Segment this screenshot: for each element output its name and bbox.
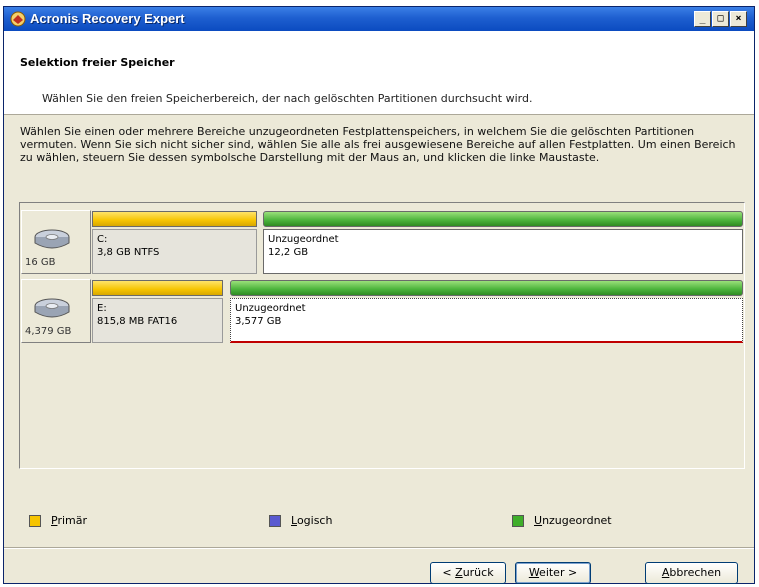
separator xyxy=(4,547,754,549)
partition-label: Unzugeordnet xyxy=(235,303,306,314)
disk-row: 4,379 GB E: 815,8 MB FAT16 Unzugeordnet … xyxy=(21,279,743,343)
legend-label: Logisch xyxy=(291,514,333,527)
partition-label: C: xyxy=(97,234,108,245)
back-button[interactable]: < Zurück xyxy=(430,562,506,584)
primary-color-swatch xyxy=(29,515,41,527)
legend-label: Primär xyxy=(51,514,88,527)
hard-disk-icon xyxy=(34,298,70,318)
partition-details: E: 815,8 MB FAT16 xyxy=(92,298,223,343)
cancel-button[interactable]: Abbrechen xyxy=(645,562,738,584)
partition-label: E: xyxy=(97,303,107,314)
acronis-app-icon xyxy=(10,11,26,27)
partition-primary[interactable]: E: 815,8 MB FAT16 xyxy=(92,279,223,343)
window-title: Acronis Recovery Expert xyxy=(30,11,185,26)
partition-info: 12,2 GB xyxy=(268,247,309,258)
close-button[interactable]: × xyxy=(730,11,747,27)
partition-unallocated-selected[interactable]: Unzugeordnet 3,577 GB xyxy=(230,279,743,343)
minimize-button[interactable]: _ xyxy=(694,11,711,27)
wizard-header: Selektion freier Speicher Wählen Sie den… xyxy=(4,31,754,115)
next-button[interactable]: Weiter > xyxy=(515,562,591,584)
legend-label: Unzugeordnet xyxy=(534,514,612,527)
disk-size: 4,379 GB xyxy=(25,326,72,337)
partition-details: C: 3,8 GB NTFS xyxy=(92,229,257,274)
partition-primary[interactable]: C: 3,8 GB NTFS xyxy=(92,210,257,274)
page-subtitle: Wählen Sie den freien Speicherbereich, d… xyxy=(42,92,533,105)
page-title: Selektion freier Speicher xyxy=(20,56,175,69)
disk-map-panel: 16 GB C: 3,8 GB NTFS Unzugeordnet 12,2 G… xyxy=(19,202,745,469)
partition-details: Unzugeordnet 12,2 GB xyxy=(263,229,743,274)
partition-label: Unzugeordnet xyxy=(268,234,339,245)
partition-info: 815,8 MB FAT16 xyxy=(97,316,178,327)
hard-disk-icon xyxy=(34,229,70,249)
partition-unallocated[interactable]: Unzugeordnet 12,2 GB xyxy=(263,210,743,274)
instructions-text: Wählen Sie einen oder mehrere Bereiche u… xyxy=(20,125,736,164)
disk-box[interactable]: 4,379 GB xyxy=(21,279,91,343)
wizard-window: Acronis Recovery Expert _ □ × Selektion … xyxy=(3,6,755,584)
unallocated-color-swatch xyxy=(512,515,524,527)
logical-color-swatch xyxy=(269,515,281,527)
disk-size: 16 GB xyxy=(25,257,56,268)
partition-details: Unzugeordnet 3,577 GB xyxy=(230,298,743,343)
partition-bar xyxy=(92,280,223,296)
partition-info: 3,8 GB NTFS xyxy=(97,247,160,258)
disk-row: 16 GB C: 3,8 GB NTFS Unzugeordnet 12,2 G… xyxy=(21,210,743,274)
title-bar[interactable]: Acronis Recovery Expert _ □ × xyxy=(4,7,754,31)
partition-bar xyxy=(92,211,257,227)
maximize-button[interactable]: □ xyxy=(712,11,729,27)
partition-bar xyxy=(230,280,743,296)
partition-info: 3,577 GB xyxy=(235,316,282,327)
disk-box[interactable]: 16 GB xyxy=(21,210,91,274)
partition-bar xyxy=(263,211,743,227)
